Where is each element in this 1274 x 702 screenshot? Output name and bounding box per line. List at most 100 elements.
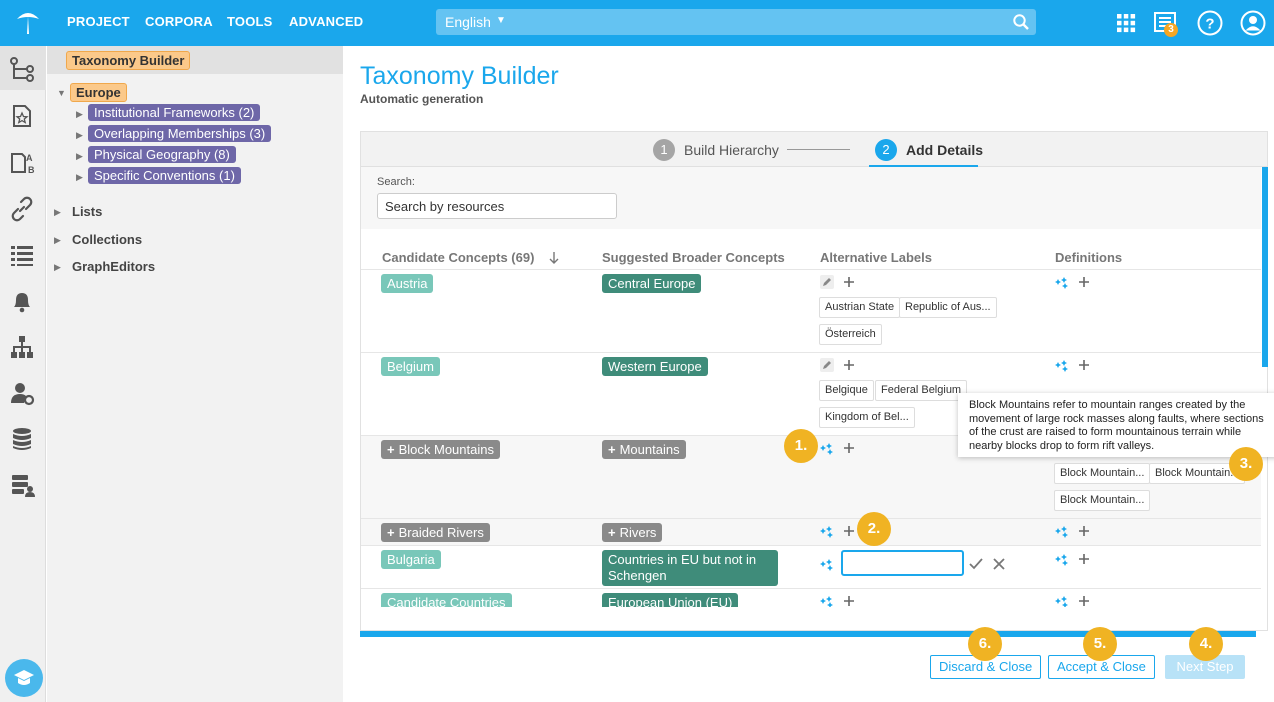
alt-label-input[interactable] [841,550,964,576]
edit-pencil-icon[interactable] [820,358,834,372]
tree-node-specific-conventions[interactable]: Specific Conventions (1) [88,167,241,184]
collapsed-triangle-icon[interactable]: ▶ [54,235,61,246]
alt-label-chip[interactable]: Belgique [819,380,874,401]
add-plus-icon[interactable] [1077,275,1091,289]
bell-icon[interactable] [9,288,35,314]
org-chart-icon[interactable] [9,334,35,360]
definition-chip[interactable]: Block Mountain... [1054,490,1151,511]
alt-label-chip[interactable]: Österreich [819,324,882,345]
confirm-check-icon[interactable] [969,557,983,571]
tree-node-overlapping-memberships[interactable]: Overlapping Memberships (3) [88,125,272,142]
step-1-number[interactable]: 1 [653,139,675,161]
alt-label-chip[interactable]: Austrian State [819,297,901,318]
user-icon[interactable] [1239,9,1267,37]
auto-generate-sparkle-icon[interactable] [820,441,834,455]
broader-tag-european-union[interactable]: European Union (EU) [602,593,739,607]
document-star-icon[interactable] [9,103,35,129]
education-cap-icon [14,670,34,685]
tree-node-institutional-frameworks[interactable]: Institutional Frameworks (2) [88,104,261,121]
auto-generate-sparkle-icon[interactable] [1055,358,1069,372]
collapsed-triangle-icon[interactable]: ▶ [76,109,83,120]
resource-search-input[interactable] [377,193,617,219]
auto-generate-sparkle-icon[interactable] [820,557,834,571]
language-select[interactable]: English [445,14,491,30]
collapsed-triangle-icon[interactable]: ▶ [76,172,83,183]
broader-tag-countries-eu-not-schengen[interactable]: Countries in EU but not in Schengen [602,550,778,586]
server-user-icon[interactable] [9,472,35,498]
step-2-number[interactable]: 2 [875,139,897,161]
tree-title-chip[interactable]: Taxonomy Builder [66,51,191,70]
add-plus-icon[interactable] [842,594,856,607]
auto-generate-sparkle-icon[interactable] [1055,552,1069,566]
column-candidate-concepts[interactable]: Candidate Concepts (69) [382,250,534,265]
wizard-steps: 1 Build Hierarchy 2 Add Details [361,132,1267,167]
auto-generate-sparkle-icon[interactable] [820,594,834,607]
horizontal-scrollbar[interactable] [360,631,1256,637]
icon-rail: A B [0,46,46,702]
tree-root-europe[interactable]: Europe [70,83,127,102]
global-search[interactable]: English ▼ [436,9,1036,35]
link-icon[interactable] [9,196,35,222]
row-divider [361,269,1261,270]
collapsed-triangle-icon[interactable]: ▶ [76,130,83,141]
menu-tools[interactable]: TOOLS [227,14,273,29]
add-plus-icon[interactable] [842,275,856,289]
tree-section-lists[interactable]: Lists [72,204,102,219]
vertical-scrollbar[interactable] [1262,167,1268,367]
menu-advanced[interactable]: ADVANCED [289,14,363,29]
concept-tag-block-mountains[interactable]: + Block Mountains [381,440,500,459]
broader-tag-western-europe[interactable]: Western Europe [602,357,708,376]
chevron-down-icon[interactable]: ▼ [496,15,506,26]
auto-generate-sparkle-icon[interactable] [1055,524,1069,538]
broader-tag-central-europe[interactable]: Central Europe [602,274,702,293]
cancel-x-icon[interactable] [992,557,1006,571]
tree-node-physical-geography[interactable]: Physical Geography (8) [88,146,236,163]
auto-generate-sparkle-icon[interactable] [820,524,834,538]
user-settings-icon[interactable] [9,380,35,406]
auto-generate-sparkle-icon[interactable] [1055,275,1069,289]
broader-tag-mountains[interactable]: + Mountains [602,440,686,459]
add-plus-icon[interactable] [1077,594,1091,607]
menu-corpora[interactable]: CORPORA [145,14,213,29]
taxonomy-tree-panel: Taxonomy Builder ▼ Europe ▶ Institutiona… [47,46,343,702]
add-plus-icon[interactable] [842,441,856,455]
help-icon[interactable]: ? [1196,9,1224,37]
step-1-label[interactable]: Build Hierarchy [684,142,779,158]
concept-tag-candidate-countries[interactable]: Candidate Countries [381,593,512,607]
concept-tag-austria[interactable]: Austria [381,274,434,293]
concept-tag-braided-rivers[interactable]: + Braided Rivers [381,523,490,542]
collapsed-triangle-icon[interactable]: ▶ [76,151,83,162]
definition-chip[interactable]: Block Mountain... [1054,463,1151,484]
alt-label-chip[interactable]: Federal Belgium [875,380,968,401]
expand-triangle-icon[interactable]: ▼ [57,88,66,98]
alt-label-chip[interactable]: Kingdom of Bel... [819,407,915,428]
add-plus-icon[interactable] [842,358,856,372]
app-logo-icon[interactable] [14,9,42,37]
education-button[interactable] [5,659,43,697]
tree-section-grapheditors[interactable]: GraphEditors [72,259,155,274]
collapsed-triangle-icon[interactable]: ▶ [54,207,61,218]
add-concept-plus-icon: + [387,442,395,457]
app-grid-icon[interactable] [1112,9,1140,37]
resource-search-area: Search: [361,167,1261,229]
language-ab-icon[interactable]: A B [9,150,35,176]
menu-project[interactable]: PROJECT [67,14,130,29]
search-icon[interactable] [1012,13,1030,31]
auto-generate-sparkle-icon[interactable] [1055,594,1069,607]
step-2-label[interactable]: Add Details [906,142,983,158]
alt-label-chip[interactable]: Republic of Aus... [899,297,997,318]
hierarchy-icon[interactable] [9,56,35,82]
add-plus-icon[interactable] [842,524,856,538]
concept-tag-belgium[interactable]: Belgium [381,357,440,376]
add-plus-icon[interactable] [1077,358,1091,372]
concept-tag-bulgaria[interactable]: Bulgaria [381,550,441,569]
add-plus-icon[interactable] [1077,524,1091,538]
list-icon[interactable] [9,242,35,268]
database-icon[interactable] [9,426,35,452]
sort-arrow-down-icon[interactable] [548,251,560,265]
broader-tag-rivers[interactable]: + Rivers [602,523,663,542]
tree-section-collections[interactable]: Collections [72,232,142,247]
add-plus-icon[interactable] [1077,552,1091,566]
collapsed-triangle-icon[interactable]: ▶ [54,262,61,273]
edit-pencil-icon[interactable] [820,275,834,289]
